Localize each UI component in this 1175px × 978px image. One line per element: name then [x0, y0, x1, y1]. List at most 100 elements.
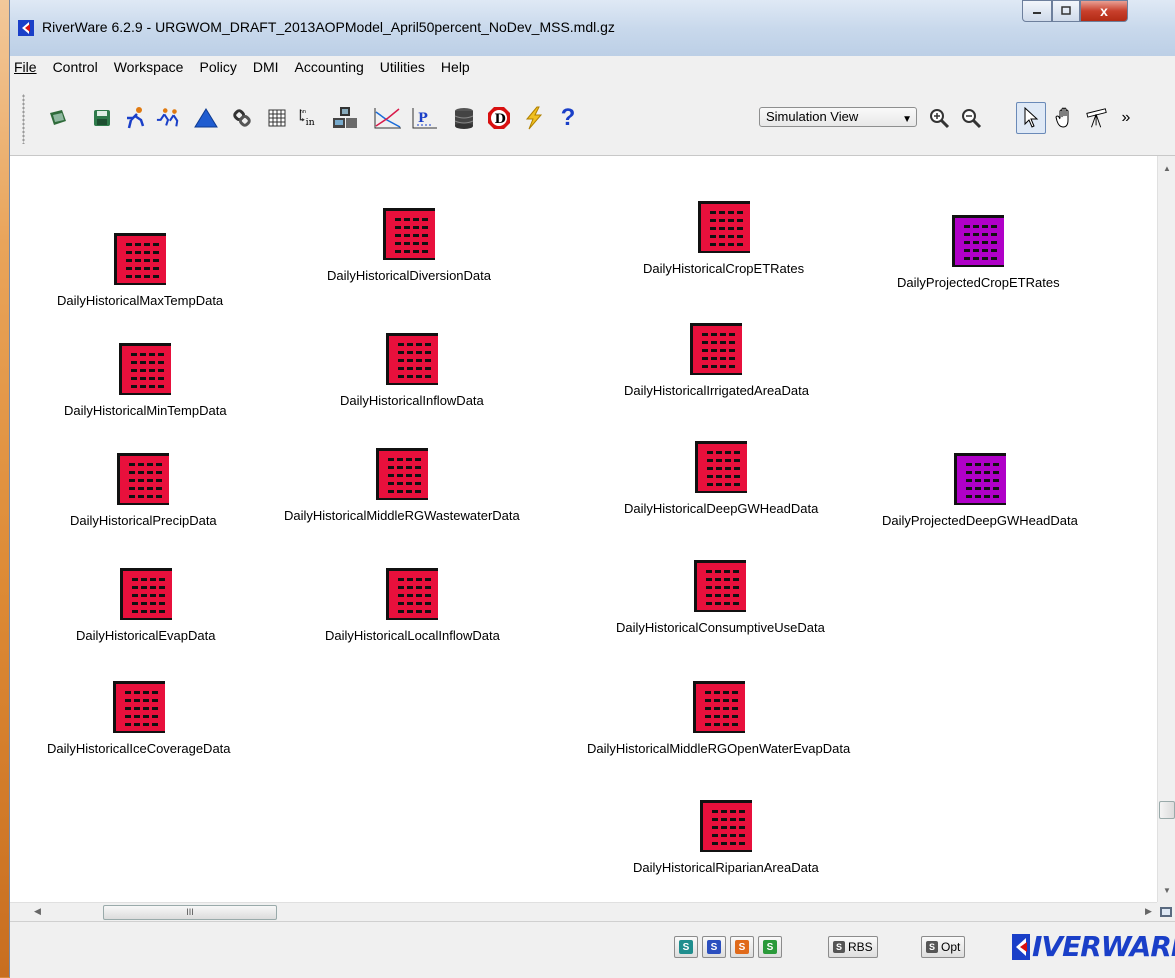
data-object-label: DailyProjectedDeepGWHeadData	[882, 513, 1078, 528]
data-object-label: DailyHistoricalInflowData	[340, 393, 484, 408]
data-object-label: DailyHistoricalLocalInflowData	[325, 628, 500, 643]
riverware-logo-text: IVERWARE	[1032, 930, 1175, 963]
svg-text:P: P	[418, 111, 428, 126]
window-title: RiverWare 6.2.9 - URGWOM_DRAFT_2013AOPMo…	[42, 19, 615, 35]
toolbar-overflow[interactable]: »	[1117, 106, 1135, 130]
view-select[interactable]: Simulation View ▼	[759, 107, 917, 127]
data-object-label: DailyHistoricalMaxTempData	[57, 293, 224, 308]
menu-dmi[interactable]: DMI	[245, 56, 287, 78]
data-object-projected[interactable]: DailyProjectedDeepGWHeadData	[882, 451, 1078, 528]
chevron-down-icon: ▼	[902, 114, 912, 125]
data-table-icon	[119, 343, 172, 395]
data-object-historical[interactable]: DailyHistoricalPrecipData	[70, 451, 217, 528]
opt-button[interactable]: S Opt	[921, 936, 966, 958]
menu-control[interactable]: Control	[45, 56, 106, 78]
minimize-icon	[1033, 12, 1041, 14]
data-object-projected[interactable]: DailyProjectedCropETRates	[897, 213, 1060, 290]
resize-corner-icon[interactable]	[1157, 902, 1175, 921]
data-table-icon	[697, 201, 750, 253]
data-object-label: DailyHistoricalConsumptiveUseData	[616, 620, 825, 635]
triangle-icon[interactable]	[194, 106, 218, 130]
run-icon[interactable]	[123, 106, 147, 130]
scenario-button-3[interactable]: S	[730, 936, 754, 958]
workspace-canvas[interactable]: DailyHistoricalMaxTempData DailyHistorica…	[10, 156, 1157, 902]
data-object-historical[interactable]: DailyHistoricalLocalInflowData	[325, 566, 500, 643]
data-object-historical[interactable]: DailyHistoricalMiddleRGWastewaterData	[284, 446, 520, 523]
data-object-historical[interactable]: DailyHistoricalConsumptiveUseData	[616, 558, 825, 635]
rbs-button[interactable]: S RBS	[828, 936, 878, 958]
data-object-historical[interactable]: DailyHistoricalMaxTempData	[57, 231, 223, 308]
link-icon[interactable]	[230, 106, 254, 130]
input-icon[interactable]: nn in	[297, 106, 321, 130]
data-object-label: DailyHistoricalIrrigatedAreaData	[624, 383, 809, 398]
zoom-in-icon[interactable]	[927, 106, 951, 130]
svg-text:D: D	[495, 112, 506, 127]
vertical-scroll-thumb[interactable]	[1159, 801, 1175, 819]
horizontal-scrollbar[interactable]: ◀ III ▶	[10, 902, 1157, 922]
zoom-out-icon[interactable]	[959, 106, 983, 130]
data-object-historical[interactable]: DailyHistoricalCropETRates	[643, 199, 804, 276]
horizontal-scroll-thumb[interactable]: III	[103, 905, 277, 920]
riverware-logo-mark	[1012, 934, 1030, 960]
scenario-button-1[interactable]: S	[674, 936, 698, 958]
lightning-icon[interactable]	[522, 106, 546, 130]
menu-file[interactable]: File	[10, 56, 45, 78]
plot-icon[interactable]	[373, 106, 403, 130]
toolbar-grip[interactable]	[22, 94, 25, 144]
data-object-label: DailyHistoricalMiddleRGWastewaterData	[284, 508, 520, 523]
save-icon[interactable]	[90, 106, 114, 130]
data-table-icon	[114, 233, 167, 285]
help-icon[interactable]: ?	[556, 104, 580, 131]
close-icon: x	[1100, 3, 1108, 19]
data-table-icon	[695, 441, 748, 493]
data-object-historical[interactable]: DailyHistoricalRiparianAreaData	[633, 798, 819, 875]
scenario-button-2[interactable]: S	[702, 936, 726, 958]
data-object-label: DailyHistoricalRiparianAreaData	[633, 860, 819, 875]
menu-accounting[interactable]: Accounting	[287, 56, 372, 78]
hand-icon[interactable]	[1053, 106, 1077, 130]
menu-workspace[interactable]: Workspace	[106, 56, 192, 78]
toolbar: nn in P D ? Simulation View ▼ »	[10, 78, 1175, 156]
status-bar: S S S S S RBS S Opt IVERWARE	[10, 921, 1175, 978]
data-object-label: DailyHistoricalCropETRates	[643, 261, 805, 276]
data-object-historical[interactable]: DailyHistoricalMiddleRGOpenWaterEvapData	[587, 679, 850, 756]
data-object-label: DailyHistoricalEvapData	[76, 628, 216, 643]
data-object-historical[interactable]: DailyHistoricalDeepGWHeadData	[624, 439, 818, 516]
pointer-icon[interactable]	[1016, 102, 1046, 134]
scroll-left-icon[interactable]: ◀	[34, 906, 41, 917]
data-table-icon	[699, 800, 752, 852]
grid-icon[interactable]	[265, 106, 289, 130]
data-object-label: DailyHistoricalMiddleRGOpenWaterEvapData	[587, 741, 851, 756]
data-object-historical[interactable]: DailyHistoricalEvapData	[76, 566, 215, 643]
riverware-logo: IVERWARE	[1012, 932, 1175, 962]
view-select-value: Simulation View	[766, 109, 859, 124]
close-button[interactable]: x	[1080, 0, 1128, 22]
scenario-button-4[interactable]: S	[758, 936, 782, 958]
minimize-button[interactable]	[1022, 0, 1052, 22]
data-table-icon	[690, 323, 743, 375]
riverware-window: RiverWare 6.2.9 - URGWOM_DRAFT_2013AOPMo…	[9, 0, 1175, 978]
data-object-historical[interactable]: DailyHistoricalInflowData	[340, 331, 484, 408]
computer-icon[interactable]	[331, 106, 359, 130]
diagnostics-icon[interactable]: D	[487, 106, 511, 130]
scroll-down-icon[interactable]: ▼	[1163, 886, 1171, 895]
run-all-icon[interactable]	[156, 106, 180, 130]
database-icon[interactable]	[452, 106, 476, 130]
parse-icon[interactable]: P	[410, 106, 440, 130]
data-object-label: DailyHistoricalPrecipData	[70, 513, 217, 528]
menu-utilities[interactable]: Utilities	[372, 56, 433, 78]
open-icon[interactable]	[46, 106, 70, 130]
data-object-historical[interactable]: DailyHistoricalIceCoverageData	[47, 679, 231, 756]
telescope-icon[interactable]	[1085, 106, 1109, 130]
maximize-icon	[1061, 6, 1071, 15]
maximize-button[interactable]	[1052, 0, 1080, 22]
data-object-historical[interactable]: DailyHistoricalMinTempData	[64, 341, 227, 418]
data-object-historical[interactable]: DailyHistoricalIrrigatedAreaData	[624, 321, 809, 398]
menu-help[interactable]: Help	[433, 56, 478, 78]
menu-policy[interactable]: Policy	[191, 56, 244, 78]
data-table-icon	[694, 560, 747, 612]
scroll-right-icon[interactable]: ▶	[1145, 906, 1152, 917]
data-object-historical[interactable]: DailyHistoricalDiversionData	[327, 206, 491, 283]
vertical-scrollbar[interactable]: ▲ ▼	[1157, 156, 1175, 902]
scroll-up-icon[interactable]: ▲	[1163, 164, 1171, 173]
